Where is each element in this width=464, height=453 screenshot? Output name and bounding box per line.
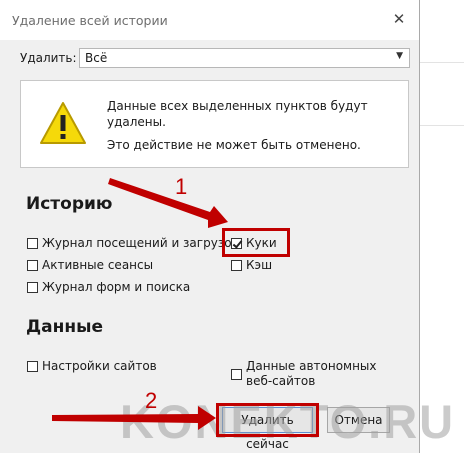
highlight-clear-now (216, 403, 319, 437)
annotation-step-1: 1 (175, 174, 188, 199)
annotation-arrows (52, 178, 228, 430)
highlight-cookies (222, 228, 290, 257)
annotation-step-2: 2 (145, 388, 158, 413)
annotation-arrow-1 (108, 178, 228, 228)
annotation-arrow-2 (52, 406, 216, 430)
